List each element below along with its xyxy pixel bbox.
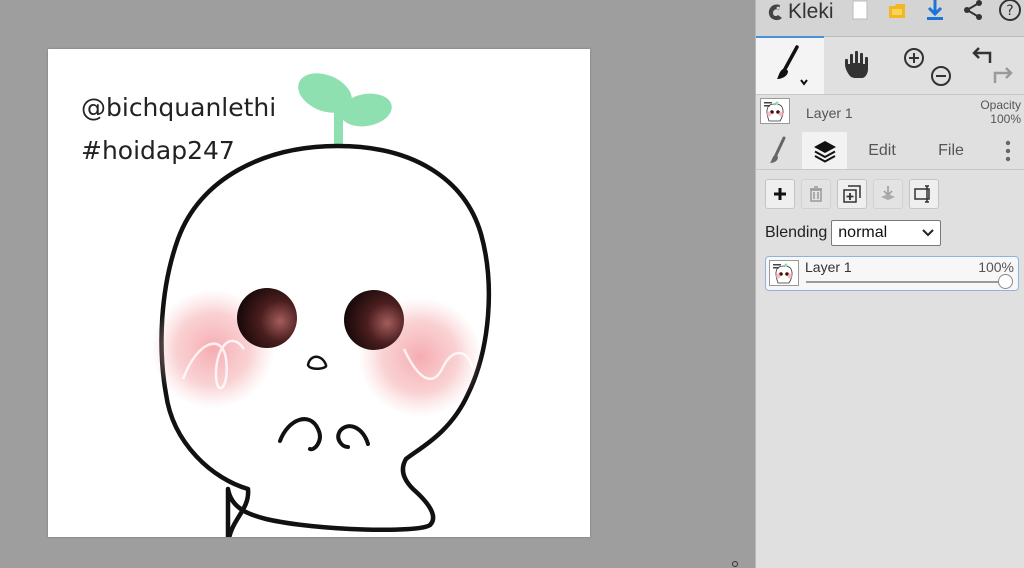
add-layer-icon xyxy=(774,188,786,200)
canvas-text-line-1: @bichquanlethi xyxy=(81,93,276,122)
layer-list-item[interactable]: Layer 1 100% xyxy=(765,256,1019,291)
undo-redo-icons xyxy=(972,47,1013,83)
undo-redo-buttons[interactable] xyxy=(960,36,1024,94)
panel-tabs: Edit File xyxy=(756,132,1024,170)
drawing-canvas[interactable]: @bichquanlethi #hoidap247 xyxy=(48,49,590,537)
add-layer-button[interactable] xyxy=(765,179,795,209)
rename-layer-button[interactable] xyxy=(909,179,939,209)
download-button[interactable] xyxy=(922,0,948,24)
brush-cursor xyxy=(732,561,738,567)
hand-tool-icon xyxy=(845,50,868,78)
canvas-text-line-2: #hoidap247 xyxy=(81,136,235,165)
left-eye xyxy=(237,288,297,348)
new-image-icon xyxy=(852,0,868,20)
tab-layers[interactable] xyxy=(802,132,847,169)
layer-preview-bar[interactable]: Layer 1 Opacity 100% xyxy=(756,94,1024,130)
rename-layer-icon xyxy=(914,185,930,203)
app-name: Kleki xyxy=(788,0,834,23)
zoom-out-icon xyxy=(931,66,951,86)
more-options-icon xyxy=(1005,140,1011,161)
layer-name: Layer 1 xyxy=(805,259,852,275)
blending-select[interactable]: normal xyxy=(831,220,942,246)
tool-row xyxy=(756,36,1024,95)
duplicate-layer-icon xyxy=(843,185,861,203)
layers-tab-icon xyxy=(813,140,836,163)
right-eye xyxy=(344,290,404,350)
layer-preview-opacity: Opacity 100% xyxy=(980,98,1021,126)
save-button[interactable] xyxy=(884,0,910,24)
tab-brush[interactable] xyxy=(756,132,800,169)
zoom-in-icon xyxy=(904,48,924,68)
zoom-icons xyxy=(904,48,951,86)
canvas-workspace[interactable]: @bichquanlethi #hoidap247 xyxy=(0,0,755,568)
save-icon xyxy=(889,4,905,18)
layer-opacity-slider-track[interactable] xyxy=(806,281,1002,283)
delete-layer-button[interactable] xyxy=(801,179,831,209)
tab-file[interactable]: File xyxy=(916,132,986,169)
tab-edit[interactable]: Edit xyxy=(849,132,915,169)
zoom-buttons[interactable] xyxy=(894,36,954,94)
brush-tool-icon xyxy=(777,45,808,86)
share-button[interactable] xyxy=(960,0,986,24)
layer-opacity: 100% xyxy=(978,259,1014,275)
hand-tool-button[interactable] xyxy=(824,36,890,94)
brush-tab-icon xyxy=(770,136,786,163)
layer-preview-thumbnail xyxy=(760,98,790,124)
layer-thumbnail xyxy=(769,260,799,286)
blending-row: Blending normal xyxy=(765,219,942,247)
blending-value: normal xyxy=(838,224,888,241)
top-toolbar: Kleki ? xyxy=(756,0,1024,37)
skull-drawing: @bichquanlethi #hoidap247 xyxy=(81,73,492,537)
redo-icon xyxy=(993,67,1013,83)
kleki-logo-icon xyxy=(768,4,782,21)
help-icon: ? xyxy=(999,0,1021,21)
side-panel: Kleki ? Layer 1 Opacity 100% Edit File B… xyxy=(755,0,1024,568)
duplicate-layer-button[interactable] xyxy=(837,179,867,209)
chevron-down-icon xyxy=(922,229,934,237)
share-icon xyxy=(964,0,982,20)
brush-tool-button[interactable] xyxy=(756,36,824,94)
kleki-logo[interactable]: Kleki xyxy=(766,0,834,26)
svg-text:?: ? xyxy=(1006,3,1013,19)
merge-down-icon xyxy=(881,186,895,200)
help-button[interactable]: ? xyxy=(997,0,1023,24)
blending-label: Blending xyxy=(765,224,828,241)
download-icon xyxy=(927,0,943,20)
merge-down-button[interactable] xyxy=(873,179,903,209)
sprout-icon xyxy=(298,73,392,147)
tab-more-options[interactable] xyxy=(996,132,1020,169)
layer-opacity-slider-handle[interactable] xyxy=(998,274,1013,289)
new-image-button[interactable] xyxy=(847,0,873,24)
layer-preview-name: Layer 1 xyxy=(806,105,853,121)
delete-layer-icon xyxy=(810,186,822,202)
undo-icon xyxy=(972,47,992,63)
